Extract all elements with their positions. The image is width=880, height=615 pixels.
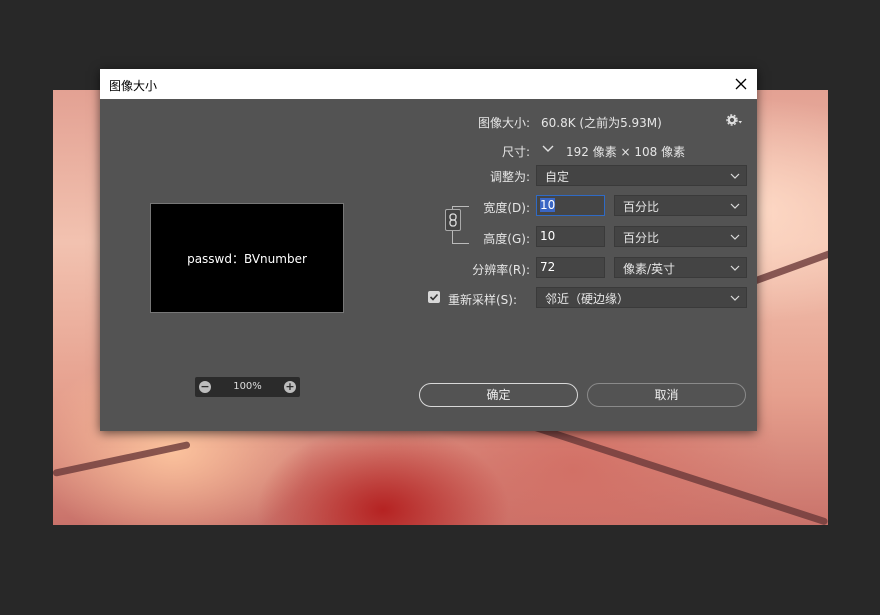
chevron-down-icon [730, 170, 740, 184]
fit-to-selected-value: 自定 [545, 170, 570, 184]
resolution-input[interactable]: 72 [536, 257, 605, 278]
height-label: 高度(G): [483, 232, 530, 246]
zoom-in-button[interactable]: + [284, 381, 296, 393]
dimensions-dropdown-toggle[interactable] [541, 142, 555, 156]
dialog-title: 图像大小 [109, 79, 158, 93]
resolution-unit-value: 像素/英寸 [623, 262, 676, 276]
resample-method-value: 邻近（硬边缘） [545, 292, 630, 306]
ok-button[interactable]: 确定 [419, 383, 578, 407]
fit-to-select[interactable]: 自定 [536, 165, 747, 186]
image-size-value: 60.8K (之前为5.93M) [541, 116, 662, 130]
ok-button-label: 确定 [486, 388, 511, 402]
image-size-dialog: 图像大小 passwd：BVnumber − 100% + 图像大小: 60.8… [100, 69, 757, 431]
height-value: 10 [540, 229, 556, 243]
close-button[interactable] [725, 69, 757, 99]
resample-method-select[interactable]: 邻近（硬边缘） [536, 287, 747, 308]
close-icon [735, 78, 747, 90]
dimensions-label: 尺寸: [501, 145, 530, 159]
resample-checkbox[interactable] [428, 291, 440, 303]
resolution-label: 分辨率(R): [472, 263, 530, 277]
cancel-button[interactable]: 取消 [587, 383, 746, 407]
chevron-down-icon [730, 292, 740, 306]
checkmark-icon [429, 293, 439, 301]
cancel-button-label: 取消 [654, 388, 679, 402]
zoom-control: − 100% + [195, 377, 300, 397]
fit-to-label: 调整为: [489, 170, 530, 184]
preview-image[interactable]: passwd：BVnumber [150, 203, 344, 313]
branch-decoration [53, 440, 191, 477]
image-size-label: 图像大小: [477, 116, 530, 130]
resolution-value: 72 [540, 260, 556, 274]
width-unit-value: 百分比 [623, 200, 660, 214]
zoom-in-icon: + [285, 380, 295, 393]
width-unit-select[interactable]: 百分比 [614, 195, 747, 216]
settings-gear-button[interactable] [726, 113, 746, 129]
height-input[interactable]: 10 [536, 226, 605, 247]
branch-decoration [521, 420, 828, 525]
gear-icon [726, 114, 742, 126]
width-input[interactable]: 10 [536, 195, 605, 216]
width-value: 10 [540, 198, 556, 212]
chevron-down-icon [730, 231, 740, 245]
chevron-down-icon [542, 145, 554, 152]
height-unit-value: 百分比 [623, 231, 660, 245]
dimensions-value: 192 像素 × 108 像素 [566, 145, 686, 159]
resolution-unit-select[interactable]: 像素/英寸 [614, 257, 747, 278]
chevron-down-icon [730, 200, 740, 214]
resample-label: 重新采样(S): [448, 293, 518, 307]
dialog-titlebar: 图像大小 [100, 69, 757, 99]
chevron-down-icon [730, 262, 740, 276]
preview-text: passwd：BVnumber [187, 251, 307, 266]
height-unit-select[interactable]: 百分比 [614, 226, 747, 247]
width-label: 宽度(D): [483, 201, 530, 215]
